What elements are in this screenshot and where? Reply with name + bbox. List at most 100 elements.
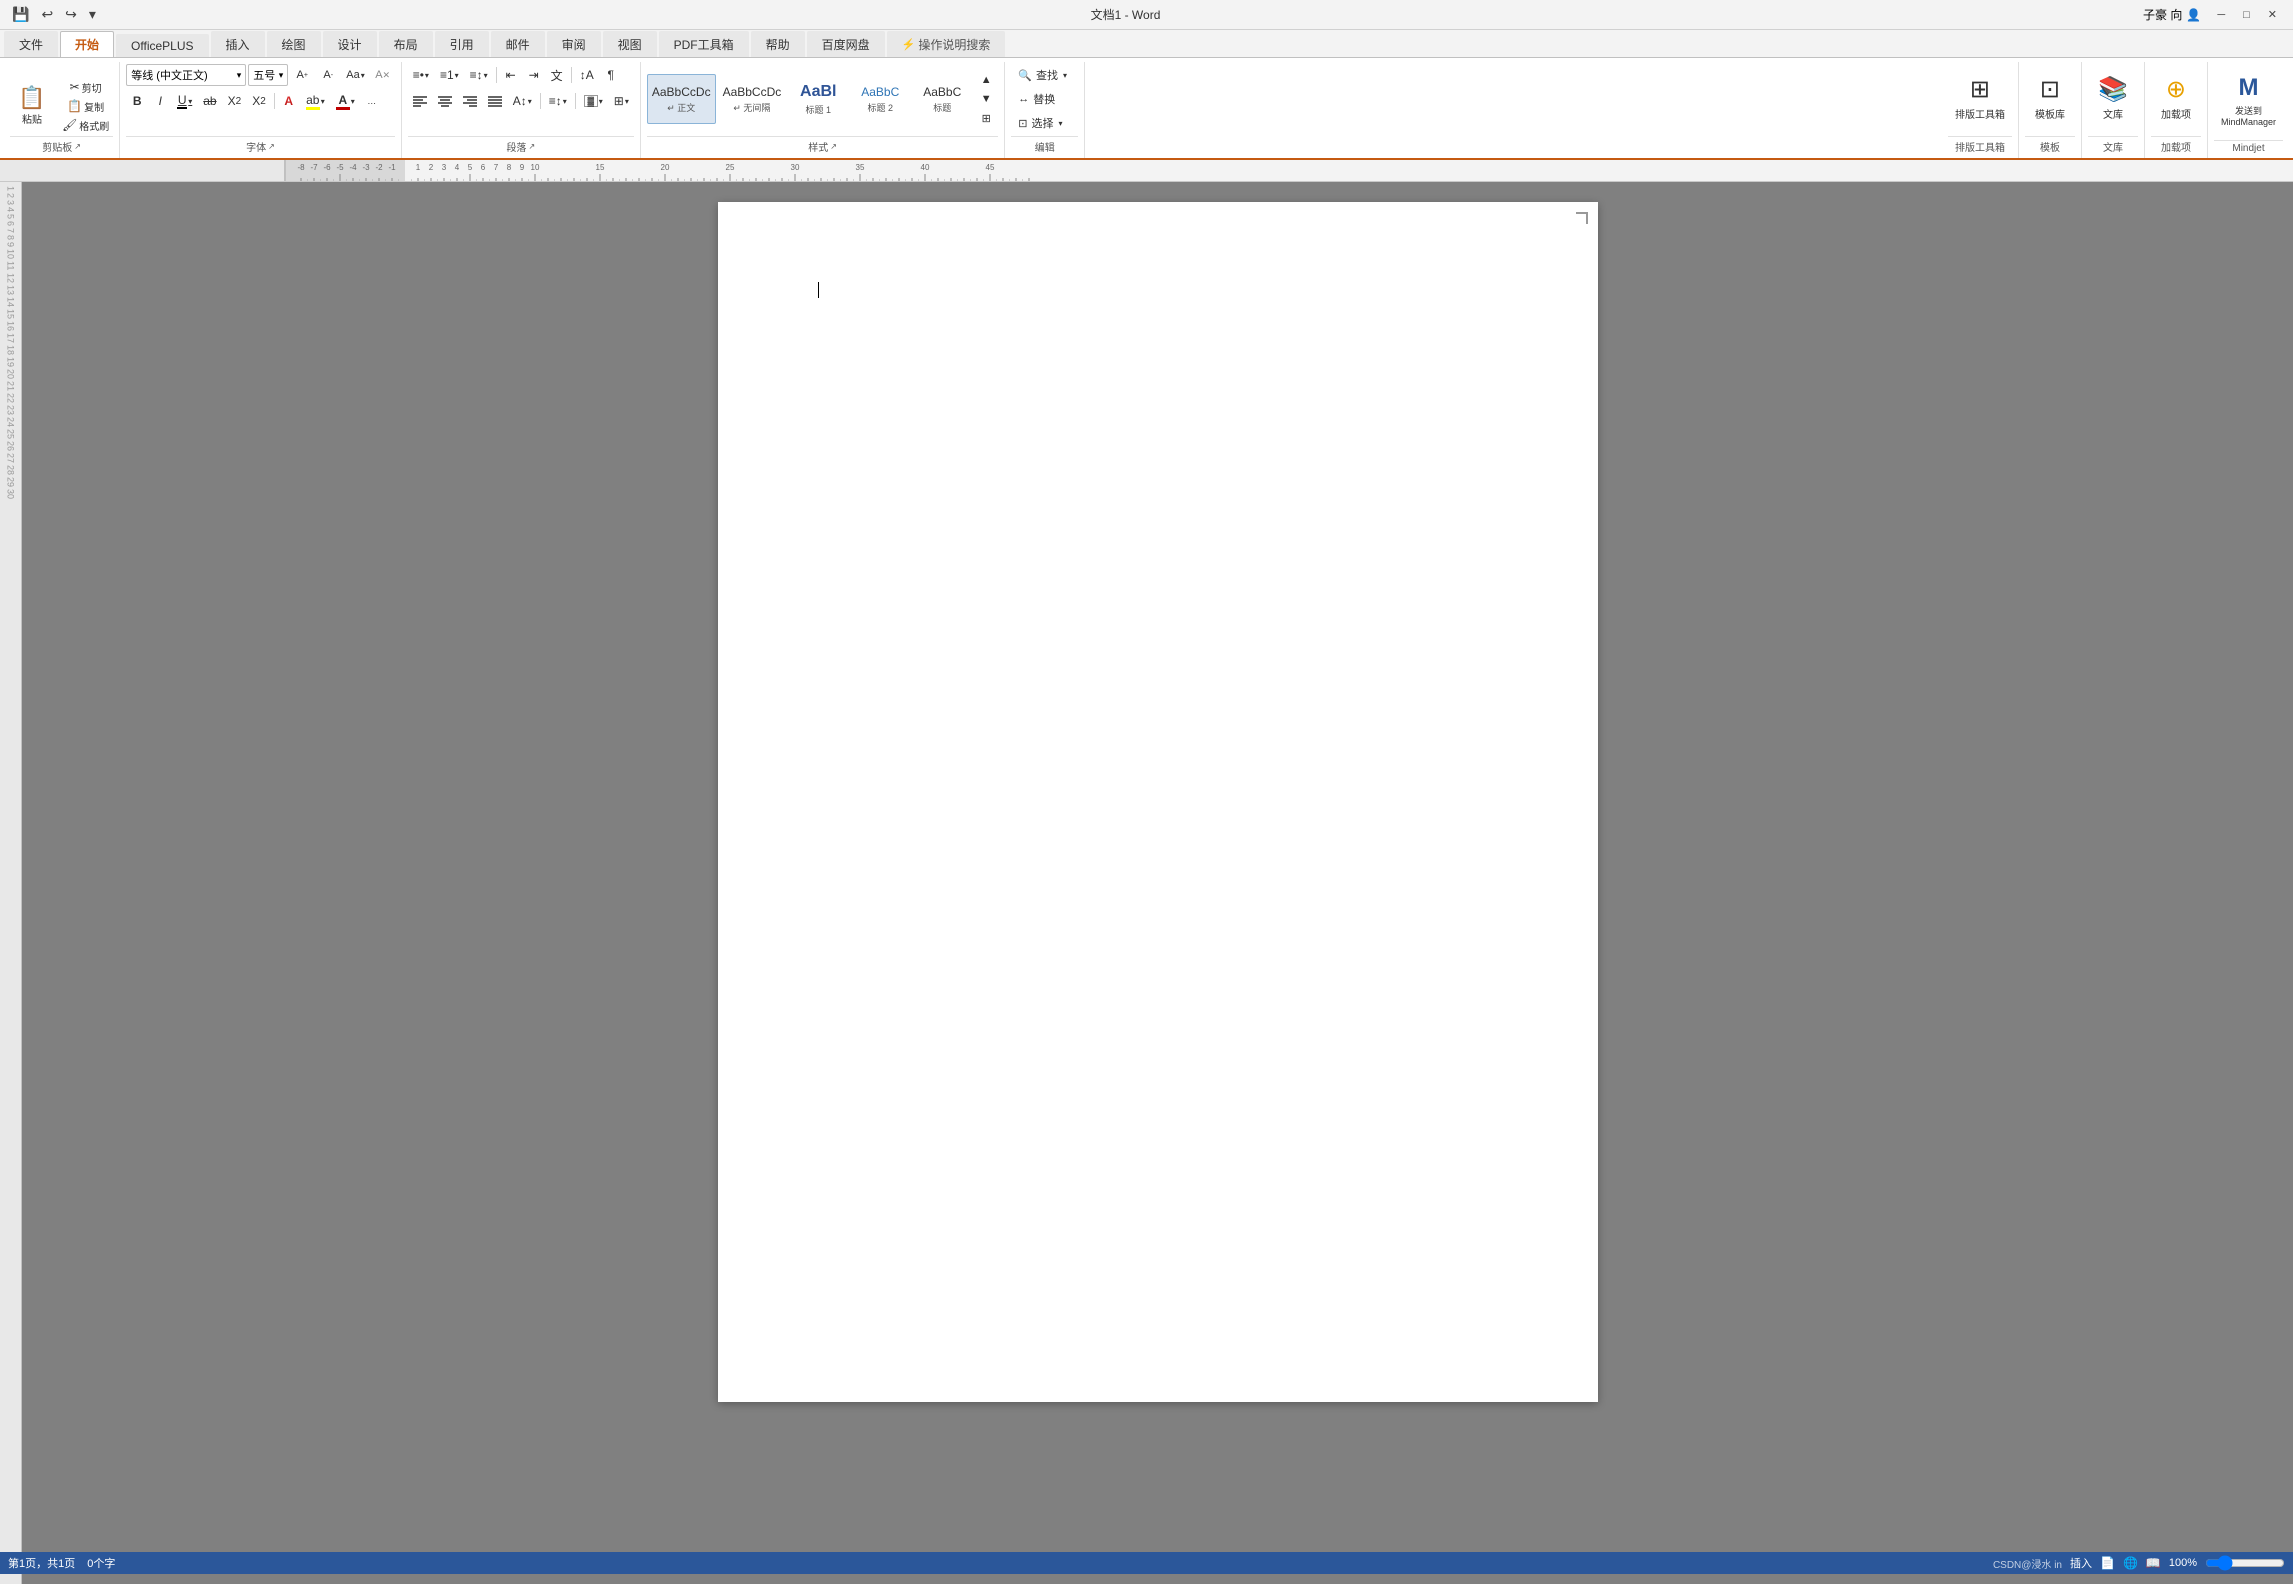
text-cursor-area[interactable]: [818, 282, 1498, 302]
style-nospace-name: ↵ 无间隔: [733, 101, 770, 114]
user-avatar[interactable]: 👤: [2186, 8, 2201, 22]
minimize-button[interactable]: ─: [2209, 6, 2233, 23]
superscript-button[interactable]: X2: [247, 90, 271, 112]
cut-button[interactable]: ✂ 剪切: [58, 78, 113, 96]
shrink-font-button[interactable]: A-: [316, 66, 340, 84]
italic-button[interactable]: I: [149, 90, 171, 112]
font-size-dropdown-arrow[interactable]: ▾: [279, 70, 284, 81]
tab-mailings[interactable]: 邮件: [491, 31, 545, 57]
style-h2[interactable]: AaBbC 标题 2: [850, 74, 910, 124]
strikethrough-button[interactable]: ab: [198, 90, 221, 112]
tab-layout[interactable]: 布局: [379, 31, 433, 57]
justify-button[interactable]: [483, 90, 507, 112]
style-h1[interactable]: AaBl 标题 1: [788, 74, 848, 124]
font-expand-icon[interactable]: ↗: [268, 142, 275, 151]
tab-officeplus[interactable]: OfficePLUS: [116, 34, 208, 57]
input-mode[interactable]: 插入: [2070, 1555, 2092, 1571]
tab-pdf[interactable]: PDF工具箱: [659, 31, 749, 57]
tab-design[interactable]: 设计: [323, 31, 377, 57]
shading-button[interactable]: ▓ ▾: [579, 90, 608, 112]
customize-quick-access[interactable]: ▾: [85, 4, 100, 25]
increase-indent-button[interactable]: ⇥: [523, 64, 545, 86]
style-more[interactable]: ⊞: [974, 109, 998, 127]
sort-button[interactable]: ↕A: [575, 64, 599, 86]
decrease-indent-button[interactable]: ⇤: [500, 64, 522, 86]
tab-draw[interactable]: 绘图: [267, 31, 321, 57]
show-hide-button[interactable]: ¶: [600, 64, 622, 86]
mindmanager-label-group: Mindjet: [2214, 140, 2283, 154]
document-area[interactable]: [22, 182, 2293, 1584]
center-button[interactable]: [433, 90, 457, 112]
style-no-space[interactable]: AaBbCcDc ↵ 无间隔: [718, 74, 787, 124]
redo-button[interactable]: ↪: [61, 4, 81, 25]
change-case-button[interactable]: Aa▾: [342, 66, 368, 84]
align-left-button[interactable]: [408, 90, 432, 112]
maximize-button[interactable]: □: [2235, 6, 2258, 23]
borders-button[interactable]: ⊞▾: [609, 90, 634, 112]
text-direction-button[interactable]: A↕▾: [508, 90, 537, 112]
save-button[interactable]: 💾: [8, 4, 33, 25]
paste-button[interactable]: 📋 粘贴: [10, 78, 54, 134]
line-spacing-button[interactable]: ≡↕▾: [544, 90, 572, 112]
ruler-scale: -8-7-6-5-4-3-2-1123456789101520253035404…: [285, 160, 2293, 181]
tab-review[interactable]: 审阅: [547, 31, 601, 57]
style-title[interactable]: AaBbC 标题: [912, 74, 972, 124]
svg-text:25: 25: [726, 163, 735, 172]
close-button[interactable]: ✕: [2260, 6, 2285, 23]
highlight-button[interactable]: ab ▾: [301, 90, 330, 112]
tab-baidu[interactable]: 百度网盘: [807, 31, 885, 57]
styles-expand-icon[interactable]: ↗: [830, 142, 837, 151]
title-bar: 💾 ↩ ↪ ▾ 文档1 - Word 子豪 向 👤 ─ □ ✕: [0, 0, 2293, 30]
font-size-input[interactable]: 五号 ▾: [248, 64, 288, 86]
align-right-button[interactable]: [458, 90, 482, 112]
zoom-slider[interactable]: [2205, 1555, 2285, 1571]
font-more-button[interactable]: …: [361, 90, 383, 112]
text-effect-button[interactable]: A: [278, 90, 300, 112]
tab-search[interactable]: ⚡操作说明搜索: [887, 31, 1006, 57]
font-color-button[interactable]: A ▾: [331, 90, 360, 112]
copy-button[interactable]: 📋 复制: [58, 97, 113, 115]
style-normal[interactable]: AaBbCcDc ↵ 正文: [647, 74, 716, 124]
tab-help[interactable]: 帮助: [751, 31, 805, 57]
style-scroll-down[interactable]: ▼: [974, 90, 998, 108]
style-scroll-up[interactable]: ▲: [974, 71, 998, 89]
clear-format-button[interactable]: A✕: [371, 66, 395, 84]
library-button[interactable]: 📚 文库: [2088, 72, 2138, 124]
clipboard-expand-icon[interactable]: ↗: [74, 142, 81, 151]
view-read-button[interactable]: 📖: [2146, 1556, 2161, 1570]
underline-button[interactable]: U ▾: [172, 90, 197, 112]
font-name-input[interactable]: 等线 (中文正文) ▾: [126, 64, 246, 86]
view-web-button[interactable]: 🌐: [2123, 1556, 2138, 1570]
bullets-button[interactable]: ≡•▾: [408, 64, 434, 86]
chinese-format-button[interactable]: 文: [546, 64, 568, 86]
tab-insert[interactable]: 插入: [211, 31, 265, 57]
paragraph-expand-icon[interactable]: ↗: [528, 142, 535, 151]
replace-button[interactable]: ↔ 替换: [1011, 88, 1078, 110]
document-page[interactable]: [718, 202, 1598, 1402]
tab-references[interactable]: 引用: [435, 31, 489, 57]
svg-text:-1: -1: [388, 163, 396, 172]
para-row-2: A↕▾ ≡↕▾ ▓ ▾ ⊞▾: [408, 90, 634, 112]
typesetting-tools-button[interactable]: ⊞ 排版工具箱: [1948, 72, 2012, 124]
grow-font-button[interactable]: A+: [290, 66, 314, 84]
addins-button[interactable]: ⊕ 加载项: [2151, 72, 2201, 124]
find-button[interactable]: 🔍 查找 ▾: [1011, 64, 1078, 86]
select-button[interactable]: ⊡ 选择 ▾: [1011, 112, 1078, 134]
templates-label-group: 模板: [2025, 136, 2075, 154]
tab-bar: 文件 开始 OfficePLUS 插入 绘图 设计 布局 引用 邮件 审阅 视图…: [0, 30, 2293, 58]
svg-text:10: 10: [531, 163, 540, 172]
bold-button[interactable]: B: [126, 90, 148, 112]
tab-view[interactable]: 视图: [603, 31, 657, 57]
mindmanager-button[interactable]: M 发送到 MindManager: [2214, 71, 2283, 130]
tab-file[interactable]: 文件: [4, 31, 58, 57]
multilevel-button[interactable]: ≡↕▾: [465, 64, 493, 86]
format-painter-button[interactable]: 🖌 格式刷: [58, 116, 113, 134]
templates-button[interactable]: ⊡ 模板库: [2025, 72, 2075, 124]
view-print-button[interactable]: 📄: [2100, 1556, 2115, 1570]
tab-home[interactable]: 开始: [60, 31, 114, 57]
numbering-button[interactable]: ≡1▾: [435, 64, 464, 86]
undo-button[interactable]: ↩: [37, 4, 57, 25]
font-dropdown-arrow[interactable]: ▾: [237, 70, 242, 81]
subscript-button[interactable]: X2: [223, 90, 247, 112]
library-label: 文库: [2103, 106, 2123, 121]
